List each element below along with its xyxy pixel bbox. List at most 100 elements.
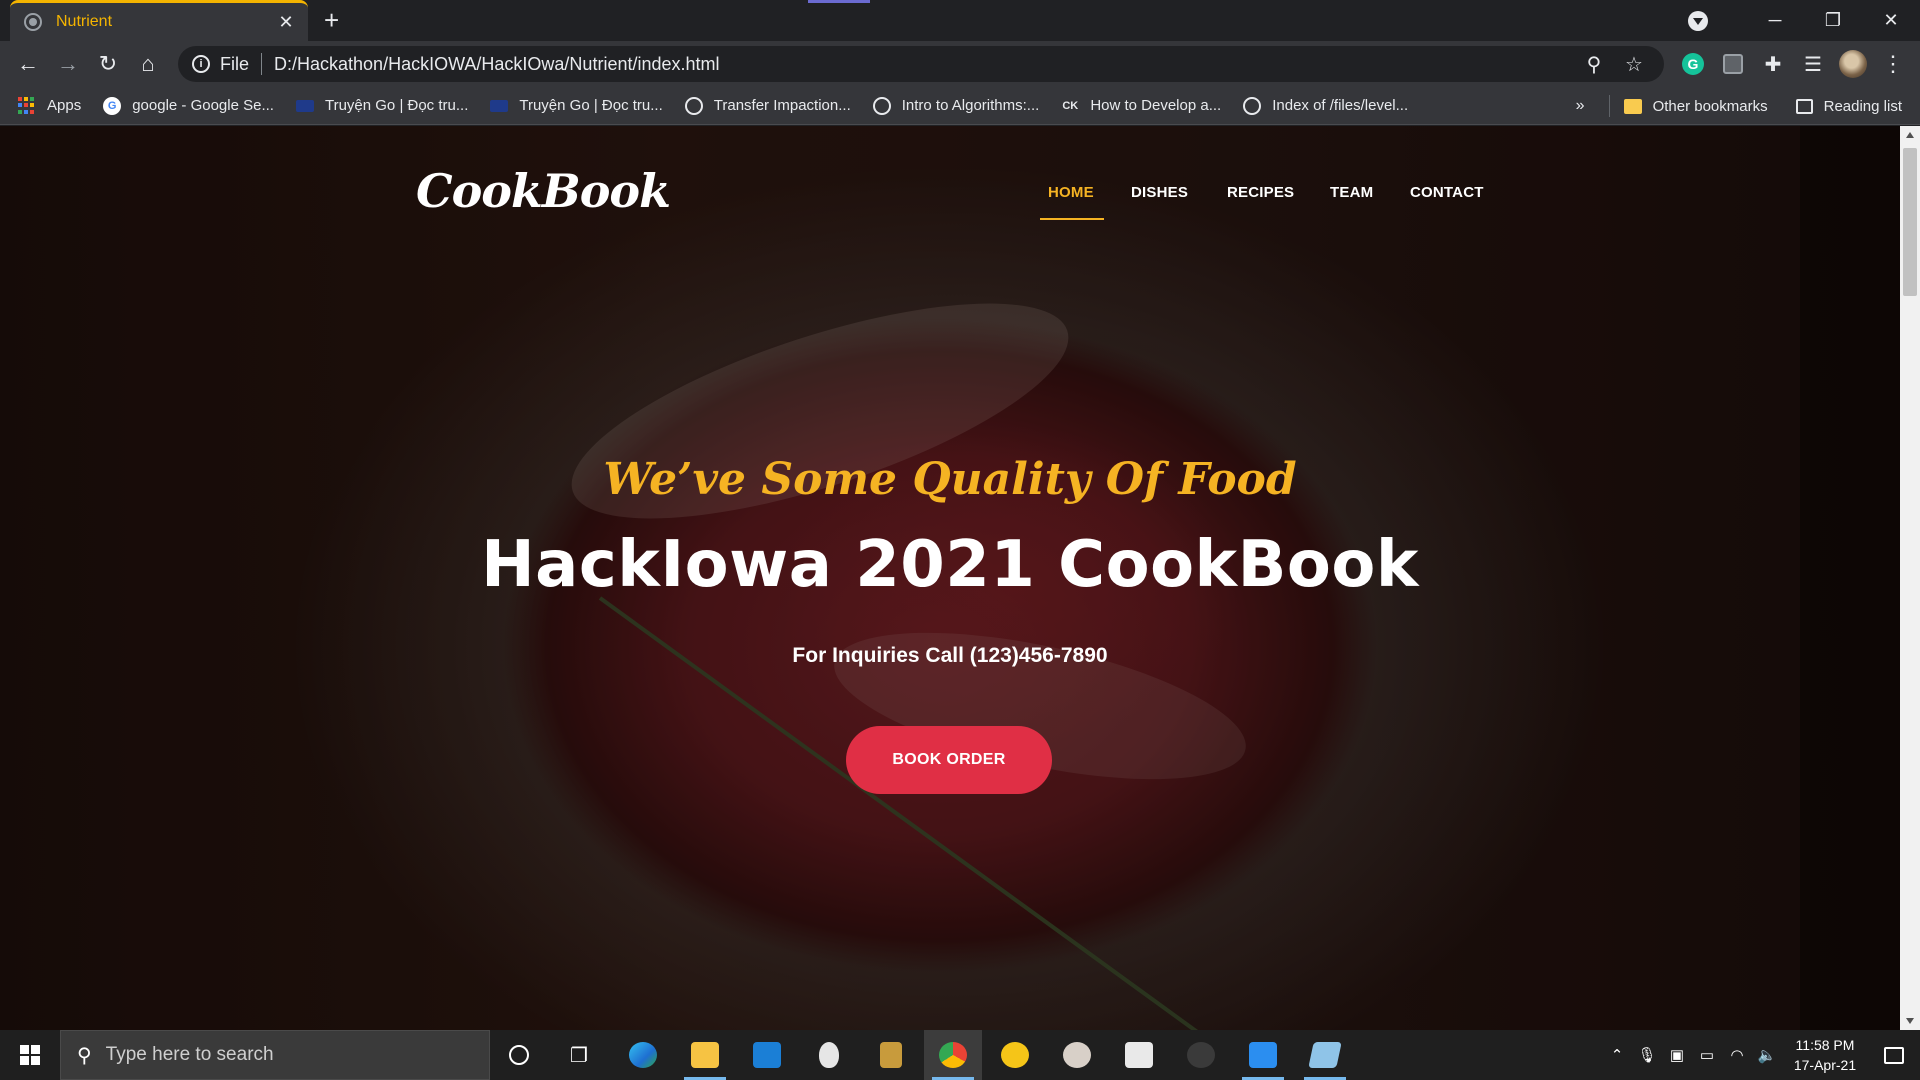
- bookmark-label: google - Google Se...: [132, 97, 274, 114]
- close-tab-icon[interactable]: ✕: [276, 12, 296, 33]
- media-playlist-icon[interactable]: ☰: [1798, 49, 1828, 79]
- windows-logo-icon: [20, 1045, 40, 1065]
- taskbar-vscode[interactable]: [1234, 1030, 1292, 1080]
- bookmark-label: Apps: [47, 97, 82, 114]
- chrome-menu-icon[interactable]: ⋮: [1878, 49, 1908, 79]
- browser-toolbar: ← → ↻ ⌂ i File D:/Hackathon/HackIOWA/Hac…: [0, 41, 1920, 87]
- windows-taskbar: ⚲ Type here to search ❐ ⌃ 🎙 ▣ ▭ ◠ 🔈 11:5…: [0, 1030, 1920, 1080]
- taskbar-league[interactable]: [862, 1030, 920, 1080]
- game-icon: [1063, 1042, 1091, 1068]
- chevron-up-icon[interactable]: ⌃: [1602, 1046, 1632, 1064]
- nav-dishes[interactable]: DISHES: [1131, 184, 1188, 201]
- reload-button[interactable]: ↻: [88, 44, 128, 84]
- system-tray: ⌃ 🎙 ▣ ▭ ◠ 🔈 11:58 PM 17-Apr-21: [1602, 1030, 1920, 1080]
- bookmark-google[interactable]: G google - Google Se...: [103, 96, 274, 115]
- taskbar-search-box[interactable]: ⚲ Type here to search: [60, 1030, 490, 1080]
- nav-team[interactable]: TEAM: [1330, 184, 1373, 201]
- url-text[interactable]: D:/Hackathon/HackIOWA/HackIOwa/Nutrient/…: [274, 54, 1574, 75]
- wps-icon: [1001, 1042, 1029, 1068]
- book-icon: [295, 99, 314, 112]
- back-button[interactable]: ←: [8, 44, 48, 84]
- bookmark-index-files[interactable]: Index of /files/level...: [1243, 96, 1408, 115]
- bookmarks-bar: Apps G google - Google Se... Truyện Go |…: [0, 87, 1920, 125]
- shield-icon: [1187, 1042, 1215, 1068]
- wifi-icon[interactable]: ◠: [1722, 1046, 1752, 1064]
- taskbar-file-explorer[interactable]: [676, 1030, 734, 1080]
- folder-icon: [691, 1042, 719, 1068]
- taskbar-notes[interactable]: [1296, 1030, 1354, 1080]
- bookmark-label: Transfer Impaction...: [713, 97, 851, 114]
- taskbar-shield[interactable]: [1172, 1030, 1230, 1080]
- page-scrollbar[interactable]: [1900, 126, 1920, 1030]
- bookmarks-overflow-button[interactable]: »: [1576, 97, 1585, 115]
- minimize-button[interactable]: ─: [1746, 0, 1804, 41]
- reading-list-button[interactable]: Reading list: [1824, 98, 1902, 115]
- profile-menu-icon[interactable]: [1688, 10, 1708, 31]
- taskbar-chrome[interactable]: [924, 1030, 982, 1080]
- zoom-icon[interactable]: ⚲: [1574, 52, 1614, 77]
- home-button[interactable]: ⌂: [128, 44, 168, 84]
- clock-date: 17-Apr-21: [1793, 1057, 1857, 1073]
- bookmark-truyen-go-1[interactable]: Truyện Go | Đọc tru...: [295, 97, 468, 114]
- bookmark-star-icon[interactable]: ☆: [1614, 52, 1654, 77]
- active-nav-underline: [1040, 218, 1104, 220]
- nav-recipes[interactable]: RECIPES: [1227, 184, 1294, 201]
- cortana-button[interactable]: [490, 1030, 548, 1080]
- profile-avatar[interactable]: [1838, 49, 1868, 79]
- site-logo[interactable]: CookBook: [416, 164, 671, 218]
- google-icon: G: [103, 96, 122, 115]
- bookmarks-right: » Other bookmarks Reading list: [1576, 87, 1902, 125]
- taskbar-app-grid[interactable]: [1110, 1030, 1168, 1080]
- ck-icon: CK: [1062, 99, 1079, 112]
- taskbar-game[interactable]: [1048, 1030, 1106, 1080]
- bookmark-apps[interactable]: Apps: [18, 96, 82, 115]
- app-grid-icon: [1125, 1042, 1153, 1068]
- nav-home[interactable]: HOME: [1048, 184, 1094, 201]
- vscode-icon: [1249, 1042, 1277, 1068]
- extension-button[interactable]: [1718, 49, 1748, 79]
- taskbar-mail[interactable]: [738, 1030, 796, 1080]
- restore-button[interactable]: ❐: [1804, 0, 1862, 41]
- folder-icon: [1623, 98, 1642, 114]
- grammarly-extension[interactable]: G: [1678, 49, 1708, 79]
- network-status-icon[interactable]: ▣: [1662, 1046, 1692, 1064]
- notification-icon: [1884, 1046, 1904, 1064]
- address-bar[interactable]: i File D:/Hackathon/HackIOWA/HackIOwa/Nu…: [178, 46, 1664, 82]
- league-icon: [880, 1042, 902, 1068]
- site-info-icon[interactable]: i: [192, 55, 210, 73]
- start-button[interactable]: [0, 1030, 60, 1080]
- bookmark-how-to-develop[interactable]: CK How to Develop a...: [1061, 97, 1221, 115]
- scroll-up-icon[interactable]: [1906, 132, 1914, 138]
- other-bookmarks-button[interactable]: Other bookmarks: [1653, 98, 1768, 115]
- media-indicator: [808, 0, 870, 3]
- volume-icon[interactable]: 🔈: [1752, 1046, 1782, 1064]
- book-order-button[interactable]: BOOK ORDER: [846, 726, 1052, 794]
- globe-icon: [684, 96, 703, 115]
- battery-icon[interactable]: ▭: [1692, 1046, 1722, 1064]
- globe-icon: [24, 13, 42, 31]
- window-controls: ─ ❐ ✕: [1688, 0, 1920, 41]
- bookmark-truyen-go-2[interactable]: Truyện Go | Đọc tru...: [490, 97, 663, 114]
- taskbar-wps[interactable]: [986, 1030, 1044, 1080]
- bookmark-transfer-impaction[interactable]: Transfer Impaction...: [684, 96, 851, 115]
- taskbar-clock[interactable]: 11:58 PM 17-Apr-21: [1782, 1035, 1868, 1075]
- notification-center-button[interactable]: [1868, 1030, 1920, 1080]
- edge-icon: [629, 1042, 657, 1068]
- taskbar-alienware[interactable]: [800, 1030, 858, 1080]
- bookmark-intro-algorithms[interactable]: Intro to Algorithms:...: [872, 96, 1039, 115]
- microphone-icon[interactable]: 🎙: [1632, 1046, 1662, 1064]
- task-view-button[interactable]: ❐: [550, 1030, 608, 1080]
- forward-button[interactable]: →: [48, 44, 88, 84]
- tab-nutrient[interactable]: Nutrient ✕: [10, 0, 308, 41]
- close-window-button[interactable]: ✕: [1862, 0, 1920, 41]
- taskbar-edge[interactable]: [614, 1030, 672, 1080]
- scroll-down-icon[interactable]: [1906, 1018, 1914, 1024]
- hero-background-image: CookBook HOME DISHES RECIPES TEAM CONTAC…: [0, 126, 1900, 1030]
- new-tab-button[interactable]: +: [324, 7, 339, 33]
- extensions-puzzle-icon[interactable]: ✚: [1758, 49, 1788, 79]
- tab-strip: Nutrient ✕ + ─ ❐ ✕: [0, 0, 1920, 41]
- nav-contact[interactable]: CONTACT: [1410, 184, 1484, 201]
- search-placeholder: Type here to search: [105, 1044, 274, 1065]
- scroll-thumb[interactable]: [1903, 148, 1917, 296]
- alien-icon: [819, 1042, 839, 1068]
